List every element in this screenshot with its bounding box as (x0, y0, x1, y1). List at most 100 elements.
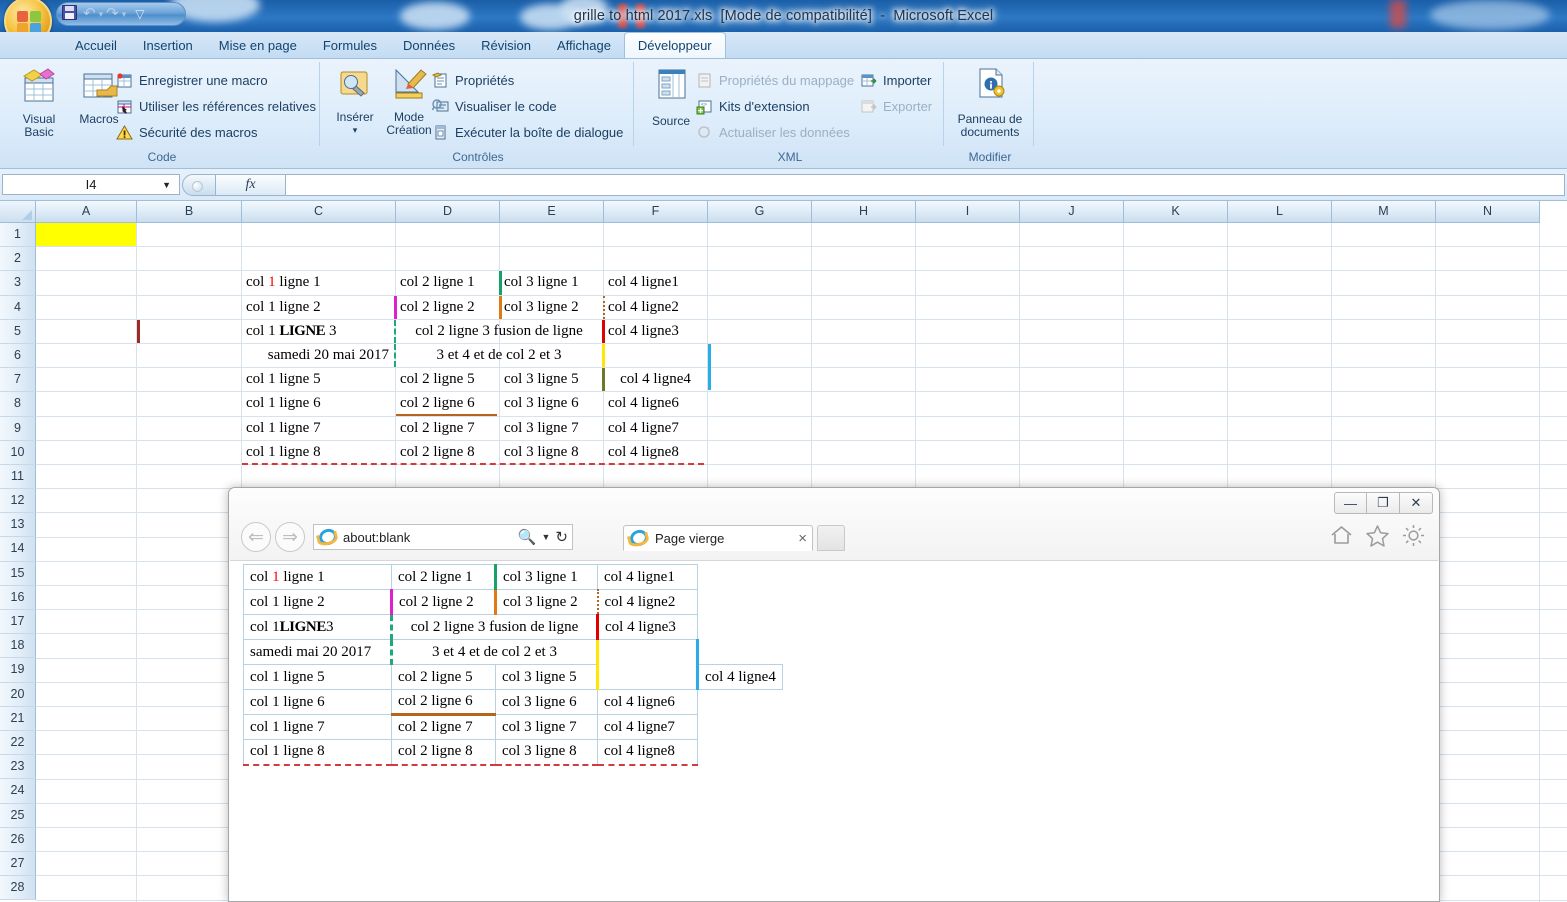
row-header-4[interactable]: 4 (0, 295, 36, 320)
tab-revision[interactable]: Révision (468, 34, 544, 58)
cell-E10[interactable]: col 3 ligne 8 (500, 441, 603, 464)
row-header-13[interactable]: 13 (0, 513, 36, 538)
row-header-11[interactable]: 11 (0, 464, 36, 490)
new-tab-button[interactable] (817, 525, 845, 551)
forward-button[interactable]: ⇒ (275, 522, 305, 552)
row-header-26[interactable]: 26 (0, 827, 36, 852)
address-bar[interactable]: about:blank 🔍 ▼ ↻ (313, 524, 573, 550)
column-header-H[interactable]: H (812, 201, 916, 223)
column-header-E[interactable]: E (500, 201, 604, 223)
row-header-7[interactable]: 7 (0, 368, 36, 393)
column-header-N[interactable]: N (1436, 201, 1540, 223)
cell-C7[interactable]: col 1 ligne 5 (242, 368, 395, 391)
insert-control-button[interactable]: Insérer ▾ (324, 66, 386, 137)
column-header-I[interactable]: I (916, 201, 1020, 223)
column-header-C[interactable]: C (242, 201, 396, 223)
cell-D8[interactable]: col 2 ligne 6 (396, 392, 499, 415)
chevron-down-icon[interactable]: ▼ (162, 180, 171, 190)
formula-input[interactable] (286, 173, 1565, 196)
row-header-15[interactable]: 15 (0, 561, 36, 586)
cell-D9[interactable]: col 2 ligne 7 (396, 417, 499, 440)
close-tab-icon[interactable]: × (798, 530, 807, 547)
cell-F10[interactable]: col 4 ligne8 (604, 441, 707, 464)
cell-C5[interactable]: col 1 LIGNE 3 (242, 320, 395, 343)
row-header-18[interactable]: 18 (0, 634, 36, 659)
row-header-1[interactable]: 1 (0, 223, 36, 248)
insert-dropdown-icon[interactable]: ▾ (324, 124, 386, 137)
macro-security-item[interactable]: Sécurité des macros (116, 124, 258, 141)
export-item[interactable]: Exporter (860, 98, 932, 115)
column-header-D[interactable]: D (396, 201, 500, 223)
import-item[interactable]: Importer (860, 72, 931, 89)
row-header-10[interactable]: 10 (0, 440, 36, 465)
gear-icon[interactable] (1400, 522, 1427, 549)
cell-D4[interactable]: col 2 ligne 2 (396, 296, 499, 319)
cell-E7[interactable]: col 3 ligne 5 (500, 368, 603, 391)
expansion-packs-item[interactable]: <> Kits d'extension (696, 98, 810, 115)
row-header-16[interactable]: 16 (0, 585, 36, 610)
column-header-J[interactable]: J (1020, 201, 1124, 223)
tab-mise-en-page[interactable]: Mise en page (206, 34, 310, 58)
cell-C6[interactable]: samedi 20 mai 2017 (242, 344, 393, 367)
cell-F8[interactable]: col 4 ligne6 (604, 392, 707, 415)
row-header-9[interactable]: 9 (0, 416, 36, 441)
xml-source-button[interactable]: Source (638, 66, 704, 128)
search-dropdown-icon[interactable]: ▼ (542, 532, 551, 542)
select-all-corner[interactable] (0, 201, 36, 223)
browser-tab[interactable]: Page vierge × (623, 525, 813, 551)
undo-dropdown-icon[interactable]: ▾ (99, 5, 104, 23)
redo-dropdown-icon[interactable]: ▾ (122, 5, 127, 23)
row-header-27[interactable]: 27 (0, 851, 36, 877)
cell-D3[interactable]: col 2 ligne 1 (396, 271, 499, 294)
row-header-20[interactable]: 20 (0, 682, 36, 707)
row-header-12[interactable]: 12 (0, 489, 36, 514)
row-header-25[interactable]: 25 (0, 803, 36, 828)
run-dialog-item[interactable]: Exécuter la boîte de dialogue (432, 124, 623, 141)
insert-function-handle[interactable] (182, 173, 216, 196)
close-button[interactable]: ✕ (1400, 492, 1433, 514)
row-header-17[interactable]: 17 (0, 610, 36, 635)
row-header-2[interactable]: 2 (0, 247, 36, 272)
cell-C9[interactable]: col 1 ligne 7 (242, 417, 395, 440)
visual-basic-button[interactable]: Visual Basic (8, 66, 70, 139)
cell-D10[interactable]: col 2 ligne 8 (396, 441, 499, 464)
row-header-14[interactable]: 14 (0, 537, 36, 562)
back-button[interactable]: ⇐ (241, 522, 271, 552)
column-header-B[interactable]: B (137, 201, 242, 223)
tab-affichage[interactable]: Affichage (544, 34, 624, 58)
row-header-6[interactable]: 6 (0, 343, 36, 369)
cell-A1-highlight[interactable] (36, 223, 136, 246)
cell-C10[interactable]: col 1 ligne 8 (242, 441, 395, 464)
row-header-21[interactable]: 21 (0, 706, 36, 731)
cell-F4[interactable]: col 4 ligne2 (604, 296, 707, 319)
column-header-M[interactable]: M (1332, 201, 1436, 223)
home-icon[interactable] (1328, 522, 1355, 549)
restore-button[interactable]: ❐ (1367, 492, 1400, 514)
row-header-23[interactable]: 23 (0, 755, 36, 780)
tab-accueil[interactable]: Accueil (62, 34, 130, 58)
row-header-19[interactable]: 19 (0, 658, 36, 683)
properties-item[interactable]: Propriétés (431, 72, 514, 89)
row-header-5[interactable]: 5 (0, 319, 36, 344)
cell-D5[interactable]: col 2 ligne 3 fusion de ligne (396, 320, 602, 343)
refresh-data-item[interactable]: Actualiser les données (696, 124, 850, 141)
customize-qat-icon[interactable]: ▽ (135, 5, 144, 23)
cell-E3[interactable]: col 3 ligne 1 (500, 271, 603, 294)
tab-formules[interactable]: Formules (310, 34, 390, 58)
row-header-3[interactable]: 3 (0, 271, 36, 296)
fx-icon[interactable]: fx (216, 173, 286, 196)
cell-C8[interactable]: col 1 ligne 6 (242, 392, 395, 415)
view-code-item[interactable]: Visualiser le code (431, 98, 557, 115)
cell-E9[interactable]: col 3 ligne 7 (500, 417, 603, 440)
save-icon[interactable] (62, 5, 80, 23)
column-header-L[interactable]: L (1228, 201, 1332, 223)
cell-F9[interactable]: col 4 ligne7 (604, 417, 707, 440)
cell-F5[interactable]: col 4 ligne3 (604, 320, 707, 343)
column-header-K[interactable]: K (1124, 201, 1228, 223)
cell-E8[interactable]: col 3 ligne 6 (500, 392, 603, 415)
cell-C3[interactable]: col 1 ligne 1 (242, 271, 395, 294)
search-icon[interactable]: 🔍 (518, 528, 537, 546)
cell-F3[interactable]: col 4 ligne1 (604, 271, 707, 294)
column-header-A[interactable]: A (36, 201, 137, 223)
name-box[interactable]: I4 ▼ (2, 174, 180, 195)
